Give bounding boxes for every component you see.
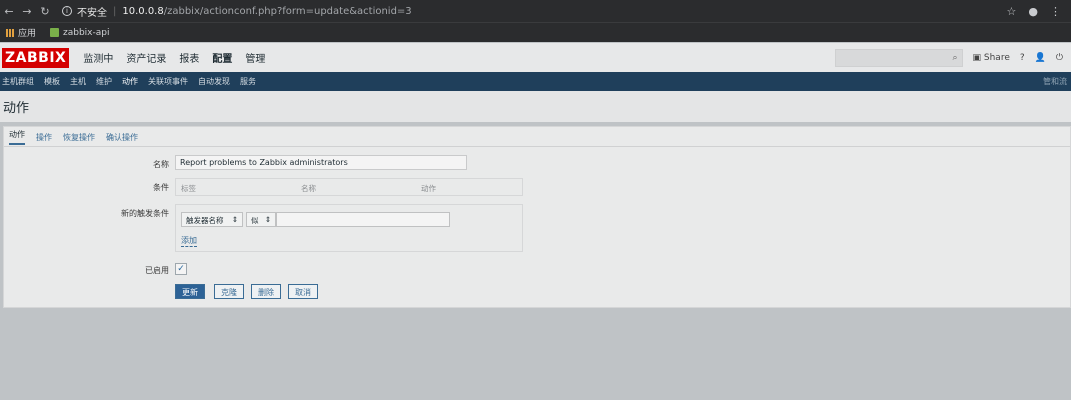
conditions-label: 条件 (153, 183, 169, 192)
bookmark-zabbix-api[interactable]: zabbix-api (50, 28, 109, 38)
condition-value-input[interactable] (276, 212, 450, 227)
condition-operator-value: 似 (251, 216, 259, 225)
new-condition-box: 触发器名称 ⇕ 似 ⇕ 添加 (175, 204, 523, 252)
action-form: 动作 操作 恢复操作 确认操作 名称 Report problems to Za… (3, 126, 1071, 308)
subnav-hosts[interactable]: 主机 (70, 76, 86, 87)
page-title: 动作 (3, 101, 30, 116)
search-input[interactable]: ⌕ (834, 48, 963, 67)
browser-toolbar: ← → ↻ i 不安全 | 10.0.0.8 /zabbix/actioncon… (0, 0, 1071, 22)
search-icon[interactable]: ⌕ (952, 53, 957, 63)
select-arrows-icon: ⇕ (264, 215, 271, 224)
url-host: 10.0.0.8 (122, 5, 164, 17)
subnav-discovery[interactable]: 自动发现 (198, 76, 230, 87)
bookmark-favicon-icon (50, 28, 60, 37)
account-icon[interactable]: ● (1028, 5, 1038, 18)
condition-operator-select[interactable]: 似 ⇕ (246, 212, 276, 227)
menu-configuration[interactable]: 配置 (212, 50, 232, 65)
subnav-maintenance[interactable]: 维护 (96, 76, 112, 87)
new-condition-label: 新的触发条件 (121, 209, 169, 218)
help-icon[interactable]: ? (1020, 53, 1025, 63)
menu-inventory[interactable]: 资产记录 (126, 50, 166, 65)
subnav-right-label[interactable]: 管和流 (1043, 76, 1067, 87)
info-icon[interactable]: i (62, 6, 72, 16)
tab-operations[interactable]: 操作 (36, 132, 52, 143)
conditions-header-name: 名称 (301, 184, 316, 193)
tab-acknowledge-operations[interactable]: 确认操作 (106, 132, 138, 143)
sub-navigation: 主机群组 模板 主机 维护 动作 关联项事件 自动发现 服务 管和流 (0, 72, 1071, 91)
tab-recovery-operations[interactable]: 恢复操作 (63, 132, 95, 143)
bookmark-label: zabbix-api (63, 27, 110, 38)
enabled-label: 已启用 (145, 266, 169, 275)
page-header: 动作 (0, 91, 1071, 122)
tab-action[interactable]: 动作 (9, 129, 25, 145)
logout-icon[interactable]: ⏻ (1056, 53, 1063, 63)
share-label: Share (983, 52, 1010, 63)
delete-button[interactable]: 删除 (251, 284, 281, 299)
url-path: /zabbix/actionconf.php?form=update&actio… (163, 5, 412, 17)
condition-type-select[interactable]: 触发器名称 ⇕ (181, 212, 243, 227)
reload-icon[interactable]: ↻ (36, 5, 54, 18)
subnav-templates[interactable]: 模板 (44, 76, 60, 87)
apps-grid-icon (6, 28, 14, 37)
clone-button[interactable]: 克隆 (214, 284, 244, 299)
name-label: 名称 (153, 160, 169, 169)
name-field[interactable]: Report problems to Zabbix administrators (175, 155, 467, 170)
bookmark-star-icon[interactable]: ☆ (1007, 5, 1017, 18)
select-arrows-icon: ⇕ (231, 215, 238, 224)
menu-administration[interactable]: 管理 (245, 50, 265, 65)
bookmarks-bar: 应用 zabbix-api (0, 22, 1071, 42)
subnav-services[interactable]: 服务 (240, 76, 256, 87)
form-tabs: 动作 操作 恢复操作 确认操作 (4, 127, 138, 147)
conditions-table: 标签 名称 动作 (175, 178, 523, 196)
update-button[interactable]: 更新 (175, 284, 205, 299)
subnav-host-groups[interactable]: 主机群组 (2, 76, 34, 87)
share-button[interactable]: ▣ Share (973, 53, 1010, 63)
bookmark-apps[interactable]: 应用 (6, 26, 36, 39)
share-icon: ▣ (972, 52, 982, 63)
bookmark-label: 应用 (18, 29, 37, 39)
cancel-button[interactable]: 取消 (288, 284, 318, 299)
subnav-event-correlation[interactable]: 关联项事件 (148, 76, 188, 87)
condition-type-value: 触发器名称 (186, 216, 224, 225)
menu-reports[interactable]: 报表 (179, 50, 199, 65)
back-icon[interactable]: ← (0, 5, 18, 18)
main-menu: 监测中 资产记录 报表 配置 管理 (83, 50, 265, 65)
menu-monitoring[interactable]: 监测中 (83, 50, 113, 65)
url-separator: | (113, 5, 117, 17)
tab-divider (4, 146, 1070, 147)
conditions-header-label: 标签 (181, 184, 196, 193)
address-bar[interactable]: i 不安全 | 10.0.0.8 /zabbix/actionconf.php?… (62, 3, 1007, 19)
security-label: 不安全 (77, 7, 107, 19)
subnav-actions[interactable]: 动作 (122, 76, 138, 87)
forward-icon[interactable]: → (18, 5, 36, 18)
top-navigation: ZABBIX 监测中 资产记录 报表 配置 管理 ⌕ ▣ Share ? 👤 ⏻ (0, 43, 1071, 72)
zabbix-logo[interactable]: ZABBIX (2, 47, 70, 68)
conditions-header-action: 动作 (421, 184, 436, 193)
menu-dots-icon[interactable]: ⋮ (1050, 5, 1061, 18)
add-condition-link[interactable]: 添加 (181, 235, 197, 247)
enabled-checkbox[interactable]: ✓ (175, 263, 187, 275)
user-profile-icon[interactable]: 👤 (1035, 53, 1046, 63)
